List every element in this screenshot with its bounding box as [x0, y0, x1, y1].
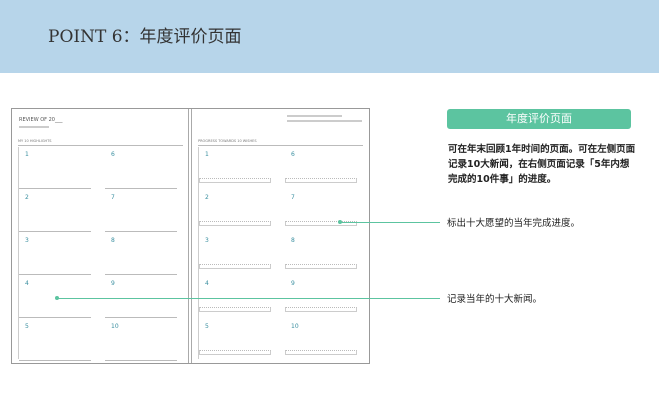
note-line	[287, 120, 362, 122]
item-number: 7	[111, 194, 115, 201]
callout-dot	[338, 220, 342, 224]
left-page: REVIEW OF 20___ MY 10 HIGHLIGHTS 1 2 3 4 5 6 7…	[12, 109, 189, 363]
underline	[19, 274, 91, 275]
progress-bar	[285, 350, 357, 355]
wish-cell: 1	[199, 147, 271, 189]
wish-cell: 3	[199, 233, 271, 275]
item-number: 4	[25, 280, 29, 287]
item-number: 3	[205, 237, 209, 244]
item-number: 6	[291, 151, 295, 158]
highlights-grid: 1 2 3 4 5 6 7 8 9 10	[18, 147, 184, 361]
item-number: 1	[205, 151, 209, 158]
right-page: PROGRESS TOWARDS 10 WISHES 1 2 3 4 5 6 7 8 9 10	[191, 109, 369, 363]
progress-bar	[199, 307, 271, 312]
item-number: 8	[111, 237, 115, 244]
wish-cell: 2	[199, 190, 271, 232]
wish-cell: 9	[285, 276, 357, 318]
callout-line-news	[57, 298, 440, 299]
highlight-cell: 8	[105, 233, 177, 275]
item-number: 7	[291, 194, 295, 201]
highlight-cell: 2	[19, 190, 91, 232]
wish-cell: 8	[285, 233, 357, 275]
planner-spread: REVIEW OF 20___ MY 10 HIGHLIGHTS 1 2 3 4 5 6 7…	[11, 108, 370, 364]
progress-bar	[199, 350, 271, 355]
item-number: 10	[291, 323, 299, 330]
review-heading: REVIEW OF 20___	[19, 117, 63, 123]
wish-cell: 7	[285, 190, 357, 232]
item-number: 10	[111, 323, 119, 330]
callout-dot	[55, 296, 59, 300]
wish-cell: 6	[285, 147, 357, 189]
underline	[105, 360, 177, 361]
item-number: 2	[25, 194, 29, 201]
item-number: 8	[291, 237, 295, 244]
progress-bar	[285, 307, 357, 312]
progress-bar	[285, 264, 357, 269]
header-banner: POINT 6：年度评价页面	[0, 0, 659, 73]
progress-bar	[199, 221, 271, 226]
highlights-section-label: MY 10 HIGHLIGHTS	[18, 139, 183, 146]
wishes-section-label: PROGRESS TOWARDS 10 WISHES	[198, 139, 363, 146]
note-line	[287, 115, 342, 117]
item-number: 4	[205, 280, 209, 287]
section-badge: 年度评价页面	[447, 109, 631, 129]
underline	[105, 274, 177, 275]
callout-progress-text: 标出十大愿望的当年完成进度。	[447, 218, 581, 229]
item-number: 3	[25, 237, 29, 244]
underline	[19, 188, 91, 189]
progress-bar	[199, 178, 271, 183]
callout-line-progress	[340, 222, 440, 223]
wish-cell: 5	[199, 319, 271, 361]
underline	[19, 317, 91, 318]
wishes-grid: 1 2 3 4 5 6 7 8 9 10	[198, 147, 364, 359]
underline	[105, 317, 177, 318]
item-number: 9	[111, 280, 115, 287]
underline	[19, 231, 91, 232]
page-title: POINT 6：年度评价页面	[48, 27, 242, 47]
item-number: 9	[291, 280, 295, 287]
highlight-cell: 5	[19, 319, 91, 361]
wish-cell: 10	[285, 319, 357, 361]
highlight-cell: 6	[105, 147, 177, 189]
item-number: 1	[25, 151, 29, 158]
highlight-cell: 1	[19, 147, 91, 189]
item-number: 6	[111, 151, 115, 158]
highlight-cell: 3	[19, 233, 91, 275]
callout-news-text: 记录当年的十大新闻。	[447, 294, 543, 305]
underline	[19, 360, 91, 361]
underline	[105, 231, 177, 232]
underline	[105, 188, 177, 189]
progress-bar	[285, 178, 357, 183]
wish-cell: 4	[199, 276, 271, 318]
progress-bar	[199, 264, 271, 269]
description: 可在年末回顾1年时间的页面。可在左侧页面记录10大新闻，在右侧页面记录「5年内想…	[448, 144, 636, 185]
highlight-cell: 9	[105, 276, 177, 318]
highlight-cell: 10	[105, 319, 177, 361]
subcaption	[19, 126, 49, 128]
highlight-cell: 7	[105, 190, 177, 232]
item-number: 5	[205, 323, 209, 330]
item-number: 2	[205, 194, 209, 201]
item-number: 5	[25, 323, 29, 330]
